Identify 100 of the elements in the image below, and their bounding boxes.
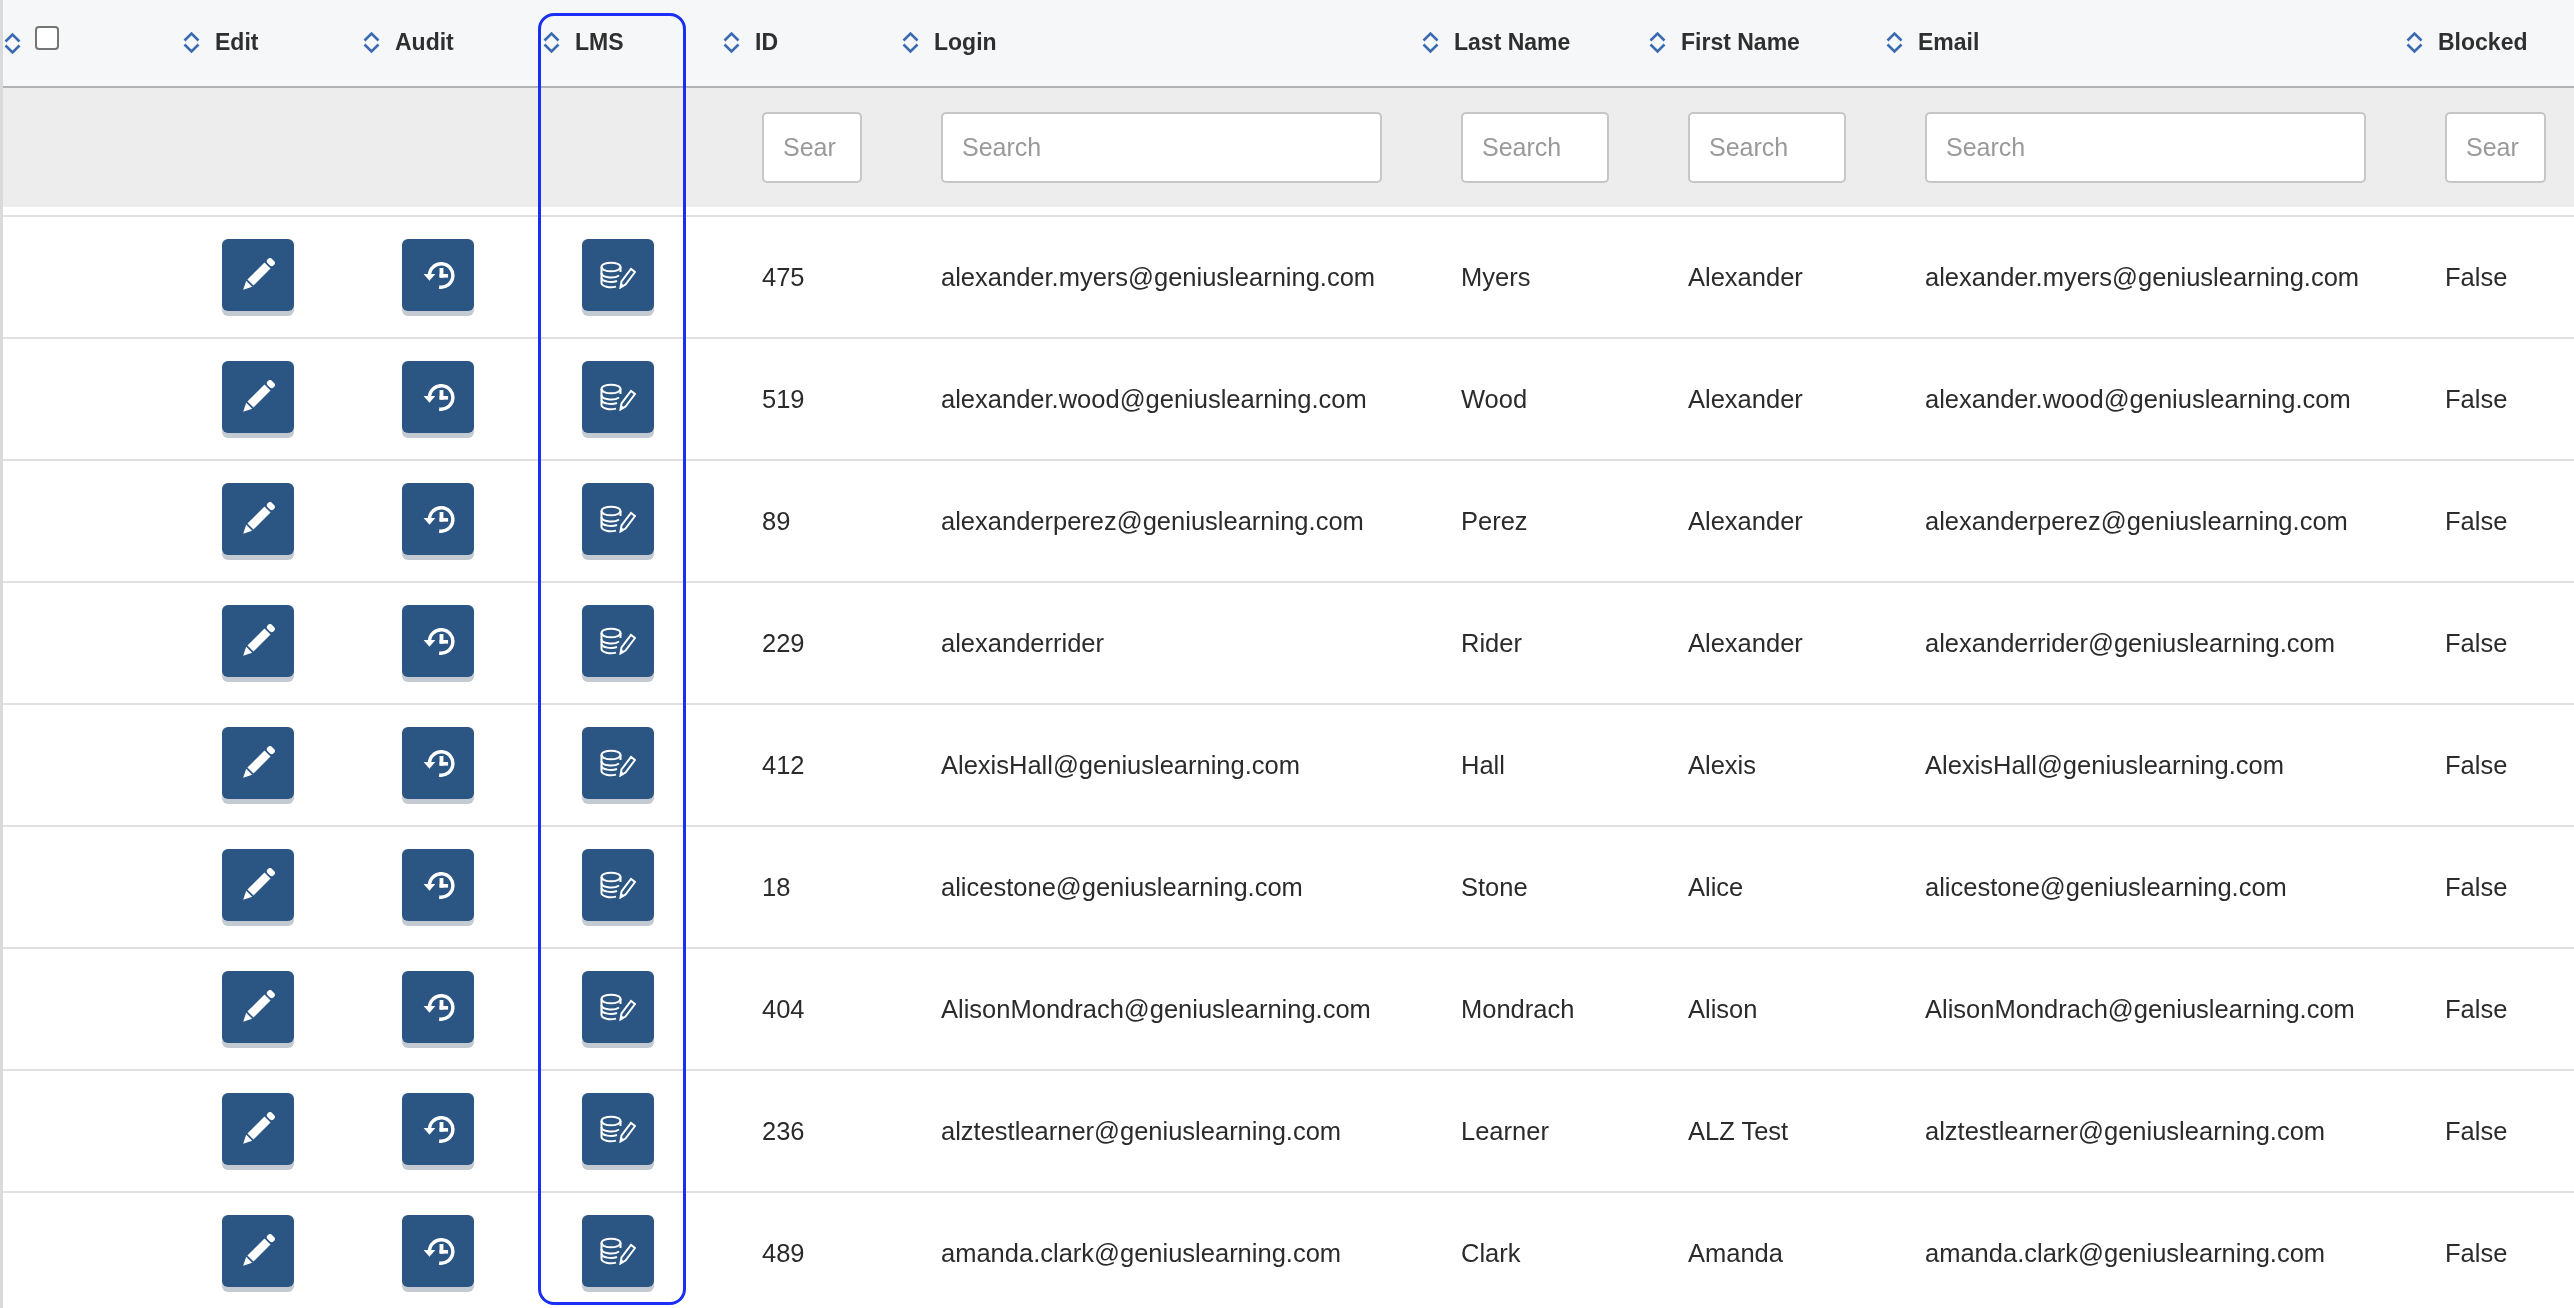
sort-icon — [901, 30, 920, 54]
sort-icon — [1885, 30, 1904, 54]
history-icon — [421, 383, 455, 411]
pencil-icon — [241, 380, 275, 414]
history-icon — [421, 261, 455, 289]
blocked-status: False — [2445, 384, 2508, 414]
user-id: 475 — [762, 262, 805, 292]
login-text: AlexisHall@geniuslearning.com — [941, 750, 1300, 780]
first-name-text: Alison — [1688, 994, 1758, 1024]
column-header[interactable]: First Name — [1648, 28, 1800, 56]
user-id: 236 — [762, 1116, 805, 1146]
sort-icon — [542, 30, 561, 54]
login-text: alexanderperez@geniuslearning.com — [941, 506, 1364, 536]
history-icon — [421, 871, 455, 899]
database-pencil-icon — [600, 993, 636, 1021]
database-pencil-icon — [600, 505, 636, 533]
search-field[interactable]: Search — [1461, 112, 1609, 183]
first-name-text: Alexis — [1688, 750, 1757, 780]
database-pencil-icon — [600, 261, 636, 289]
first-name-text: Amanda — [1688, 1238, 1783, 1268]
search-field[interactable]: Search — [1688, 112, 1846, 183]
first-name-text: ALZ Test — [1688, 1116, 1789, 1146]
column-header[interactable]: Login — [901, 28, 997, 56]
email-text: amanda.clark@geniuslearning.com — [1925, 1238, 2326, 1268]
last-name-text: Wood — [1461, 384, 1528, 414]
column-header[interactable]: ID — [722, 28, 778, 56]
database-pencil-icon — [600, 627, 636, 655]
blocked-status: False — [2445, 1116, 2508, 1146]
column-header[interactable]: Audit — [362, 28, 454, 56]
search-field[interactable]: Search — [941, 112, 1382, 183]
email-text: alexander.wood@geniuslearning.com — [1925, 384, 2351, 414]
email-text: AlexisHall@geniuslearning.com — [1925, 750, 2284, 780]
login-text: amanda.clark@geniuslearning.com — [941, 1238, 1342, 1268]
first-name-text: Alexander — [1688, 506, 1803, 536]
database-pencil-icon — [600, 383, 636, 411]
first-name-text: Alice — [1688, 872, 1744, 902]
blocked-status: False — [2445, 262, 2508, 292]
sort-icon — [1648, 30, 1667, 54]
blocked-status: False — [2445, 994, 2508, 1024]
pencil-icon — [241, 624, 275, 658]
sort-icon — [362, 30, 381, 54]
email-text: AlisonMondrach@geniuslearning.com — [1925, 994, 2355, 1024]
history-icon — [421, 1237, 455, 1265]
login-text: alztestlearner@geniuslearning.com — [941, 1116, 1342, 1146]
history-icon — [421, 505, 455, 533]
first-name-text: Alexander — [1688, 628, 1803, 658]
last-name-text: Mondrach — [1461, 994, 1575, 1024]
email-text: alicestone@geniuslearning.com — [1925, 872, 2287, 902]
pencil-icon — [241, 258, 275, 292]
search-field[interactable]: Sear — [2445, 112, 2546, 183]
user-id: 18 — [762, 872, 791, 902]
last-name-text: Stone — [1461, 872, 1528, 902]
user-id: 412 — [762, 750, 805, 780]
history-icon — [421, 749, 455, 777]
login-text: AlisonMondrach@geniuslearning.com — [941, 994, 1371, 1024]
sort-icon[interactable] — [3, 31, 22, 55]
email-text: alexanderrider@geniuslearning.com — [1925, 628, 2336, 658]
history-icon — [421, 993, 455, 1021]
blocked-status: False — [2445, 506, 2508, 536]
user-id: 489 — [762, 1238, 805, 1268]
sort-icon — [722, 30, 741, 54]
sort-icon — [182, 30, 201, 54]
pencil-icon — [241, 502, 275, 536]
last-name-text: Perez — [1461, 506, 1528, 536]
column-header[interactable]: Edit — [182, 28, 259, 56]
history-icon — [421, 627, 455, 655]
email-text: alexander.myers@geniuslearning.com — [1925, 262, 2360, 292]
first-name-text: Alexander — [1688, 262, 1803, 292]
email-text: alztestlearner@geniuslearning.com — [1925, 1116, 2326, 1146]
user-id: 404 — [762, 994, 805, 1024]
column-header[interactable]: Email — [1885, 28, 1980, 56]
last-name-text: Hall — [1461, 750, 1505, 780]
user-id: 229 — [762, 628, 805, 658]
blocked-status: False — [2445, 1238, 2508, 1268]
search-field[interactable]: Search — [1925, 112, 2366, 183]
database-pencil-icon — [600, 1237, 636, 1265]
pencil-icon — [241, 868, 275, 902]
pencil-icon — [241, 1112, 275, 1146]
last-name-text: Myers — [1461, 262, 1531, 292]
column-header[interactable]: Blocked — [2405, 28, 2528, 56]
login-text: alexander.myers@geniuslearning.com — [941, 262, 1376, 292]
login-text: alexanderrider — [941, 628, 1104, 658]
pencil-icon — [241, 746, 275, 780]
sort-icon — [2405, 30, 2424, 54]
last-name-text: Clark — [1461, 1238, 1521, 1268]
pencil-icon — [241, 990, 275, 1024]
database-pencil-icon — [600, 871, 636, 899]
history-icon — [421, 1115, 455, 1143]
search-field[interactable]: Sear — [762, 112, 862, 183]
pencil-icon — [241, 1234, 275, 1268]
last-name-text: Learner — [1461, 1116, 1549, 1146]
database-pencil-icon — [600, 749, 636, 777]
sort-icon — [1421, 30, 1440, 54]
user-id: 519 — [762, 384, 805, 414]
column-header[interactable]: LMS — [542, 28, 624, 56]
blocked-status: False — [2445, 628, 2508, 658]
last-name-text: Rider — [1461, 628, 1522, 658]
user-id: 89 — [762, 506, 791, 536]
column-header[interactable]: Last Name — [1421, 28, 1571, 56]
select-all-checkbox[interactable] — [35, 26, 59, 50]
